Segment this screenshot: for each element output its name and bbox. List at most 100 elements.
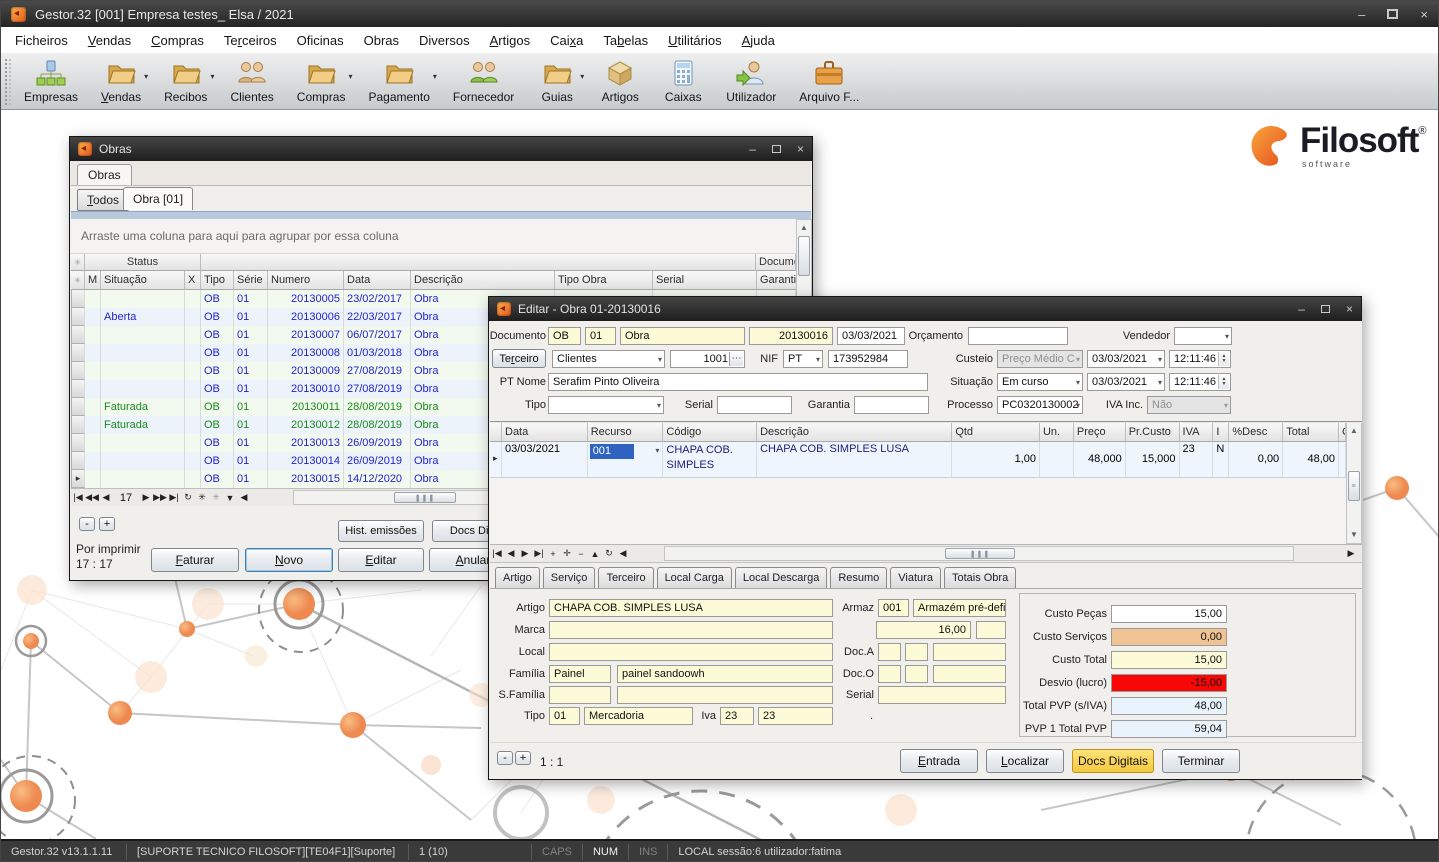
cell-c[interactable] [1339, 442, 1346, 478]
cell-tipo[interactable]: OB [201, 452, 234, 470]
toolbar-button[interactable]: Pagamento [360, 56, 437, 104]
col-data[interactable]: Data [502, 423, 588, 442]
cell-x[interactable] [185, 398, 201, 416]
cell-situacao[interactable] [101, 362, 185, 380]
total-pvp-siva-value[interactable]: 48,00 [1111, 697, 1227, 715]
cell-m[interactable] [85, 308, 101, 326]
menu-item[interactable]: Compras [141, 29, 214, 52]
cell-numero[interactable]: 20130012 [268, 416, 344, 434]
tab-item[interactable]: Serviço [543, 567, 596, 588]
nav-edit-icon[interactable]: ▲ [588, 549, 602, 559]
nif-field[interactable]: 173952984 [828, 350, 908, 368]
row-selector[interactable] [71, 434, 85, 452]
tab-obra-01[interactable]: Obra [01] [123, 187, 193, 210]
cell-situacao[interactable] [101, 290, 185, 308]
cell-preco[interactable]: 48,000 [1074, 442, 1126, 478]
menu-item[interactable]: Vendas [78, 29, 141, 52]
col-iva[interactable]: IVA [1180, 423, 1214, 442]
grid-horizontal-scrollbar[interactable]: ❚❚❚ [664, 546, 1294, 561]
toolbar-button[interactable]: Guias [529, 56, 585, 104]
tipo-codigo-field[interactable]: 01 [549, 707, 580, 725]
tipo-select[interactable] [548, 396, 664, 414]
cell-data[interactable]: 22/03/2017 [344, 308, 411, 326]
nav-refresh-icon[interactable]: ↻ [602, 548, 616, 559]
sfamilia-codigo-field[interactable] [549, 686, 611, 704]
scroll-up-icon[interactable]: ▲ [1347, 424, 1361, 438]
vendedor-select[interactable] [1174, 327, 1232, 345]
desvio-lucro-value[interactable]: -15,00 [1111, 674, 1227, 692]
cell-data[interactable]: 14/12/2020 [344, 470, 411, 488]
row-selector[interactable] [71, 380, 85, 398]
expand-button[interactable]: + [515, 751, 531, 765]
doco3-field[interactable] [933, 665, 1006, 683]
cell-codigo[interactable]: CHAPA COB. SIMPLES [663, 442, 757, 478]
cell-m[interactable] [85, 398, 101, 416]
nav-bookmark-icon[interactable]: ✳ [195, 492, 209, 503]
nav-prior-page-icon[interactable]: ◀◀ [85, 492, 99, 503]
documento-serie-field[interactable]: 01 [585, 327, 616, 345]
cell-desc-pct[interactable]: 0,00 [1229, 442, 1283, 478]
cell-x[interactable] [185, 344, 201, 362]
col-descricao[interactable]: Descrição [757, 423, 952, 442]
row-selector[interactable] [71, 326, 85, 344]
col-m[interactable]: M [85, 271, 101, 290]
nav-first-icon[interactable]: |◀ [71, 492, 85, 503]
nav-goto-bookmark-icon[interactable]: ✳ [209, 492, 223, 503]
cell-tipo[interactable]: OB [201, 470, 234, 488]
cell-tipo[interactable]: OB [201, 416, 234, 434]
cell-qtd[interactable]: 1,00 [952, 442, 1040, 478]
cell-x[interactable] [185, 434, 201, 452]
marca-field[interactable] [549, 621, 833, 639]
row-selector[interactable] [71, 452, 85, 470]
toolbar-button[interactable]: Artigos [592, 56, 648, 104]
col-data[interactable]: Data [344, 271, 411, 290]
armaz-nome-field[interactable]: Armazém pré-defi [913, 599, 1006, 617]
toolbar-dropdown-arrow-icon[interactable]: ▾ [580, 72, 588, 104]
sfamilia-nome-field[interactable] [617, 686, 833, 704]
cell-numero[interactable]: 20130006 [268, 308, 344, 326]
cell-numero[interactable]: 20130011 [268, 398, 344, 416]
col-serial[interactable]: Serial [653, 271, 757, 290]
cell-m[interactable] [85, 380, 101, 398]
toolbar-dropdown-arrow-icon[interactable]: ▾ [348, 72, 356, 104]
doca1-field[interactable] [878, 643, 901, 661]
tab-obras[interactable]: Obras [77, 164, 132, 185]
nav-prior-icon[interactable]: ◀ [504, 548, 518, 559]
serial-field[interactable] [878, 686, 1006, 704]
menu-item[interactable]: Artigos [480, 29, 540, 52]
cell-situacao[interactable] [101, 470, 185, 488]
toolbar-button[interactable]: Compras [289, 56, 354, 104]
hist-emissoes-button[interactable]: Hist. emissões [338, 520, 424, 542]
menu-item[interactable]: Tabelas [593, 29, 658, 52]
nav-refresh-icon[interactable]: ↻ [181, 492, 195, 503]
cell-data[interactable]: 27/08/2019 [344, 380, 411, 398]
cell-data[interactable]: 27/08/2019 [344, 362, 411, 380]
toolbar-button[interactable]: Caixas [655, 56, 711, 104]
cell-m[interactable] [85, 434, 101, 452]
toolbar-button[interactable]: Fornecedor [445, 56, 522, 104]
menu-item[interactable]: Caixa [540, 29, 593, 52]
customize-grid-icon[interactable] [71, 254, 85, 271]
cell-data[interactable]: 06/07/2017 [344, 326, 411, 344]
col-pr-custo[interactable]: Pr.Custo [1126, 423, 1180, 442]
cell-situacao[interactable]: Aberta [101, 308, 185, 326]
cell-x[interactable] [185, 308, 201, 326]
cell-serie[interactable]: 01 [234, 398, 268, 416]
documento-nome-field[interactable]: Obra [620, 327, 745, 345]
cell-numero[interactable]: 20130008 [268, 344, 344, 362]
grid-row[interactable]: 03/03/2021 001 CHAPA COB. SIMPLES CHAPA … [490, 442, 1346, 478]
scroll-up-icon[interactable]: ▲ [797, 221, 811, 235]
cell-serie[interactable]: 01 [234, 470, 268, 488]
terceiro-tipo-select[interactable]: Clientes [552, 350, 665, 368]
cell-tipo[interactable]: OB [201, 362, 234, 380]
cell-situacao[interactable] [101, 380, 185, 398]
tab-todos[interactable]: Todos [77, 189, 129, 211]
custo-servicos-value[interactable]: 0,00 [1111, 628, 1227, 646]
nav-append-icon[interactable]: ✛ [560, 548, 574, 559]
cell-data[interactable]: 01/03/2018 [344, 344, 411, 362]
col-tipo[interactable]: Tipo [201, 271, 234, 290]
col-recurso[interactable]: Recurso [588, 423, 664, 442]
toolbar-button[interactable]: Utilizador [718, 56, 784, 104]
tipo-nome-field[interactable]: Mercadoria [584, 707, 693, 725]
row-selector[interactable] [71, 416, 85, 434]
